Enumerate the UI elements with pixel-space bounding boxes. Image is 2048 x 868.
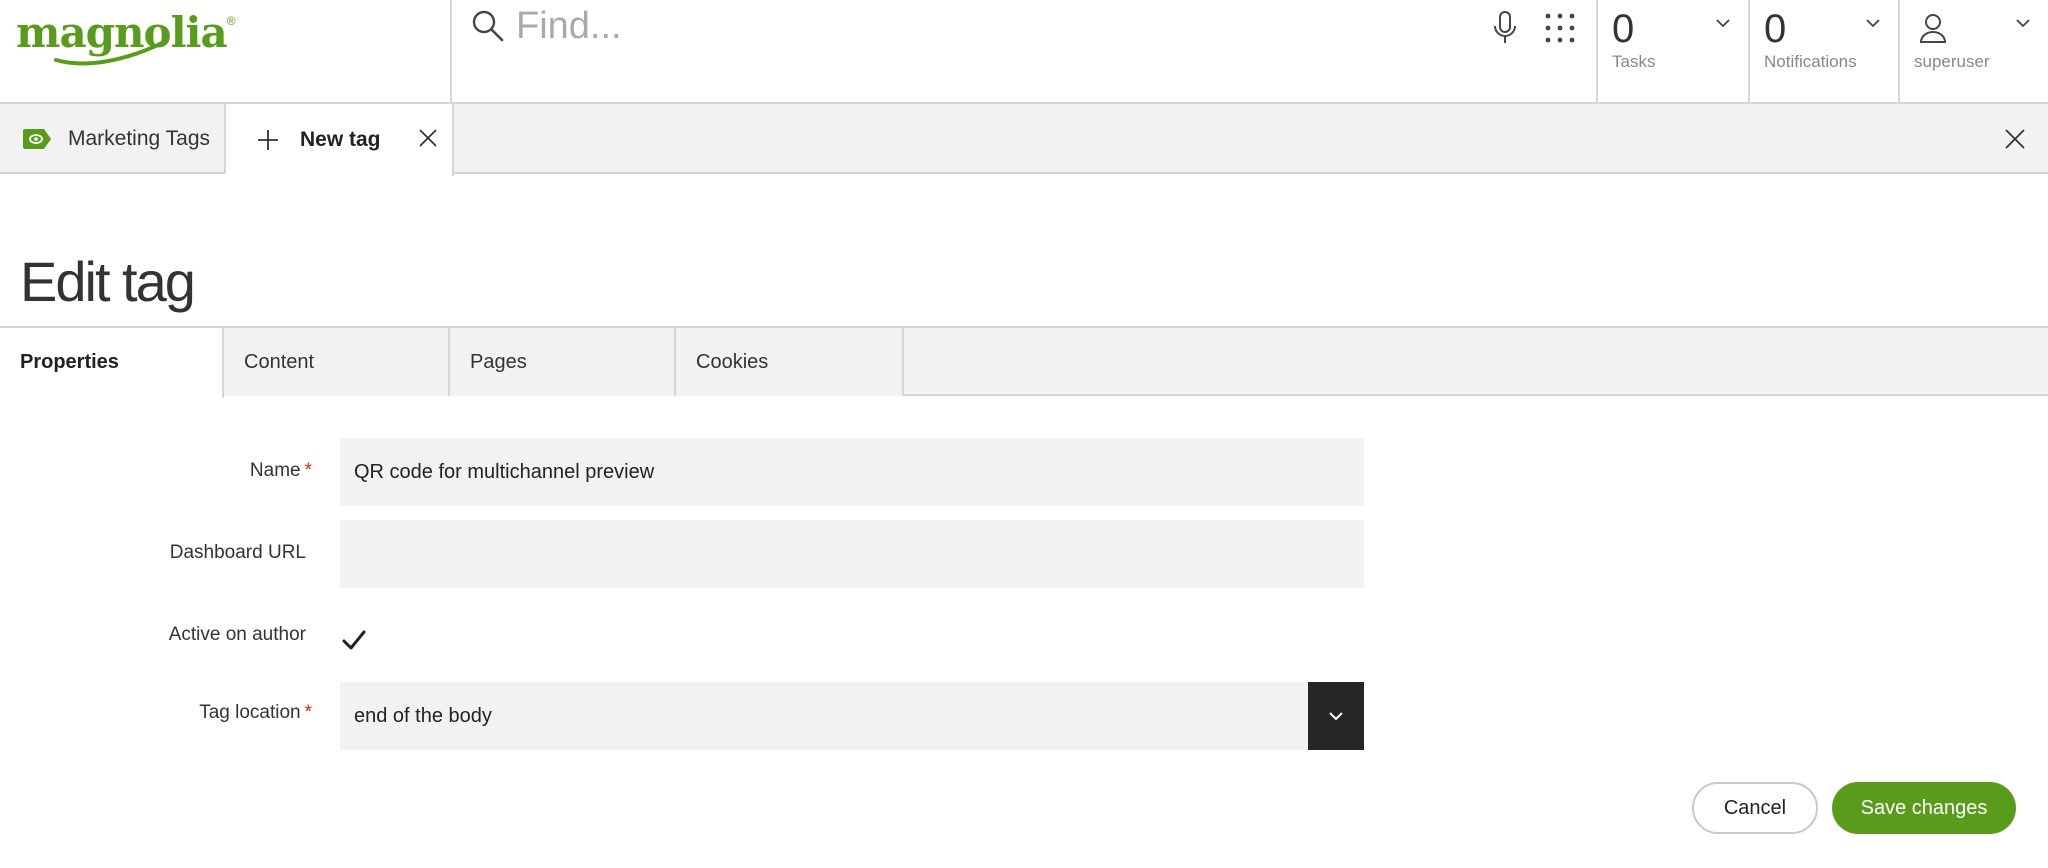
chevron-down-icon (1866, 19, 1880, 28)
magnolia-logo[interactable]: magnolia® (16, 8, 456, 88)
dashboard-url-row: Dashboard URL (0, 520, 1370, 588)
microphone-icon[interactable] (1492, 10, 1518, 46)
marketing-tag-icon (23, 129, 51, 149)
user-name: superuser (1914, 52, 1990, 71)
app-tab-bar: Marketing Tags New tag (0, 104, 2048, 176)
name-field[interactable] (340, 438, 1364, 506)
name-row: Name * (0, 438, 1370, 506)
logo-swoosh-icon (54, 40, 166, 66)
active-on-author-label: Active on author (168, 624, 306, 645)
tag-location-label: Tag location * (199, 702, 312, 723)
top-bar: magnolia® 0 Tasks 0 Notificatio (0, 0, 2048, 104)
name-label: Name * (249, 460, 312, 481)
tab-marketing-tags[interactable]: Marketing Tags (0, 104, 226, 174)
chevron-down-icon (1329, 712, 1343, 721)
tasks-counter[interactable]: 0 Tasks (1596, 0, 1748, 104)
active-on-author-row: Active on author (0, 620, 1370, 660)
search-icon[interactable] (470, 8, 506, 44)
active-on-author-checkbox[interactable] (340, 626, 368, 654)
save-changes-button[interactable]: Save changes (1832, 782, 2016, 834)
search-input[interactable] (514, 0, 1414, 52)
notifications-count: 0 (1764, 7, 1787, 51)
sub-tab-bar: Properties Content Pages Cookies (0, 326, 2048, 398)
close-tab-icon[interactable] (418, 128, 438, 148)
tasks-label: Tasks (1612, 52, 1656, 71)
required-mark: * (304, 460, 312, 481)
chevron-down-icon (2016, 19, 2030, 28)
tab-new-tag-label: New tag (300, 128, 381, 151)
chevron-down-icon (1716, 19, 1730, 28)
page-title: Edit tag (20, 250, 196, 313)
notifications-label: Notifications (1764, 52, 1857, 71)
search-area (450, 0, 1596, 104)
notifications-counter[interactable]: 0 Notifications (1748, 0, 1898, 104)
tab-new-tag[interactable]: New tag (226, 104, 454, 176)
logo-registered-mark: ® (226, 14, 236, 28)
plus-icon (258, 130, 278, 150)
tasks-count: 0 (1612, 7, 1635, 51)
user-icon (1919, 14, 1947, 43)
tab-marketing-tags-label: Marketing Tags (68, 127, 211, 150)
tag-location-value: end of the body (354, 705, 492, 727)
cancel-button[interactable]: Cancel (1692, 782, 1818, 834)
tab-content[interactable]: Content (224, 328, 450, 396)
tag-location-select[interactable]: end of the body (340, 682, 1364, 750)
close-app-icon[interactable] (2004, 128, 2026, 150)
required-mark: * (304, 702, 312, 723)
tag-location-row: Tag location * end of the body (0, 682, 1370, 750)
user-menu[interactable]: superuser (1898, 0, 2048, 104)
app-launcher-grid-icon[interactable] (1544, 12, 1576, 44)
tab-cookies[interactable]: Cookies (676, 328, 904, 396)
dashboard-url-label: Dashboard URL (169, 542, 306, 563)
tag-location-dropdown-button[interactable] (1308, 682, 1364, 750)
dashboard-url-field[interactable] (340, 520, 1364, 588)
tab-pages[interactable]: Pages (450, 328, 676, 396)
tab-properties[interactable]: Properties (0, 328, 224, 398)
